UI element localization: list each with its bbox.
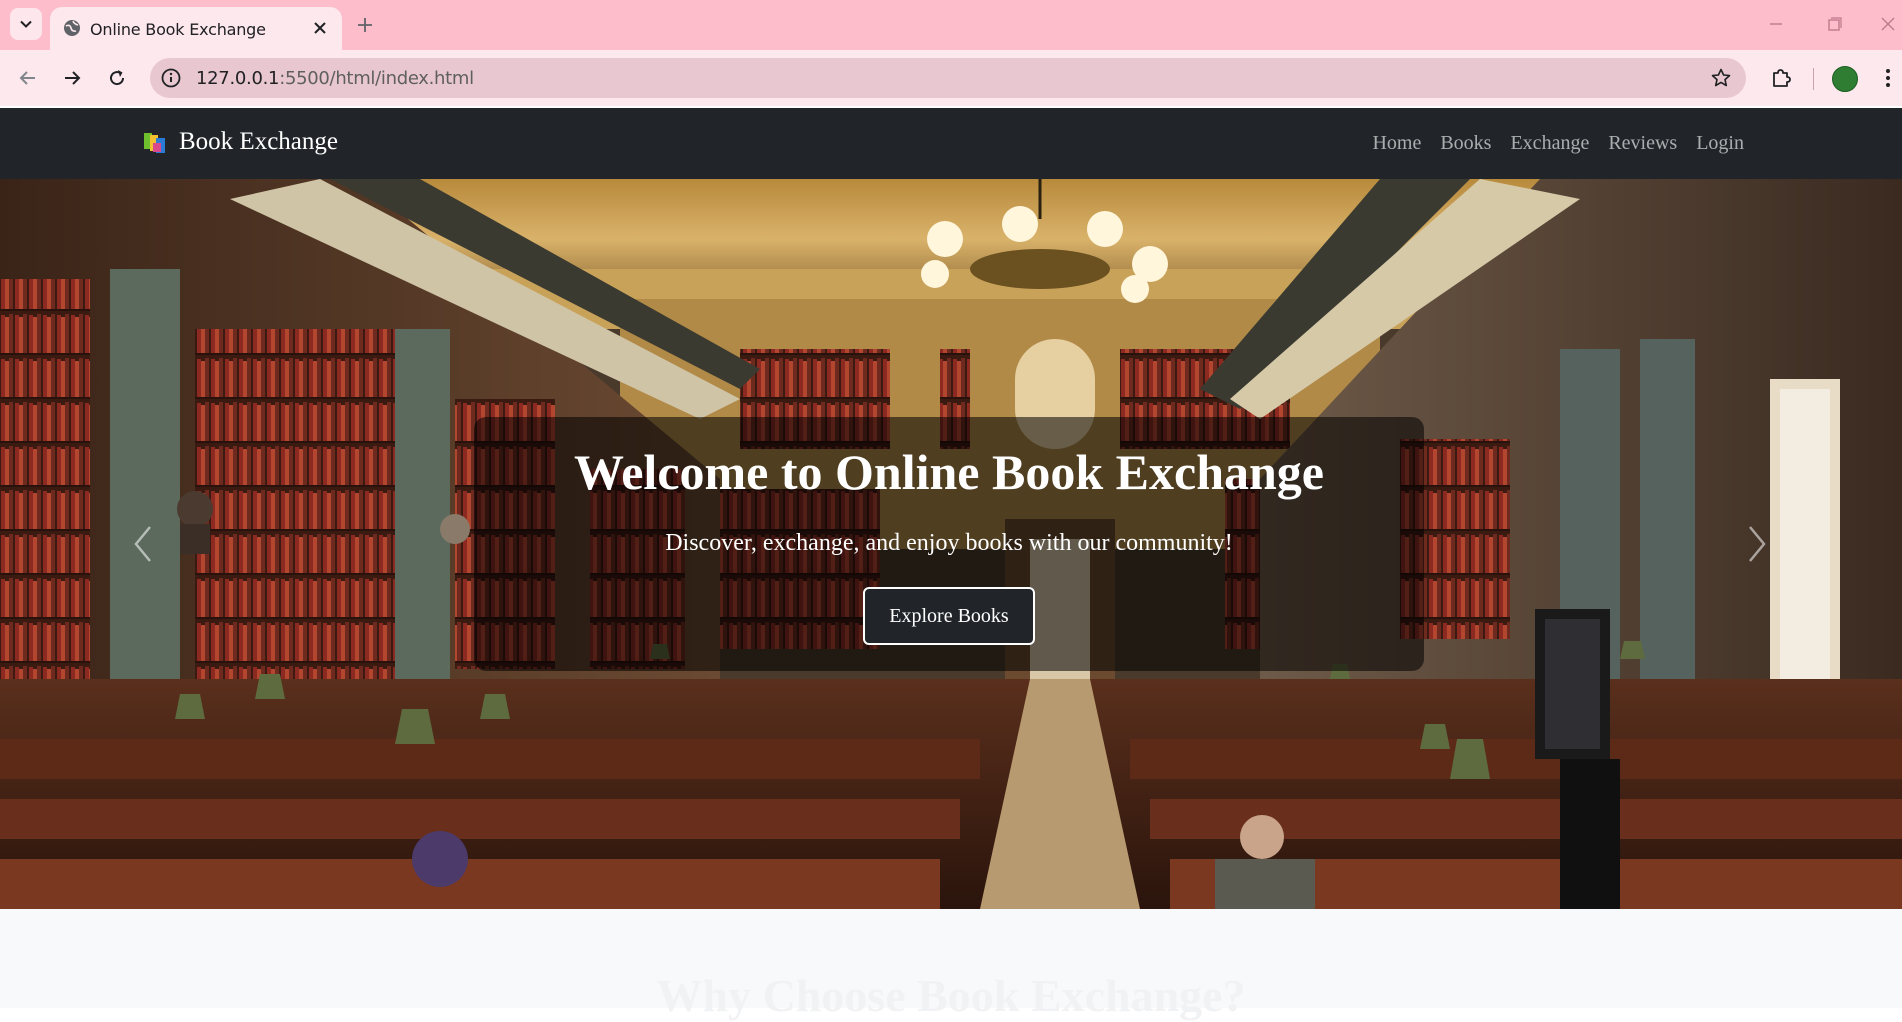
hero-title: Welcome to Online Book Exchange (574, 444, 1324, 500)
books-logo-icon (144, 133, 165, 153)
brand-name: Book Exchange (179, 128, 338, 155)
brand-link[interactable]: Book Exchange (143, 128, 338, 156)
carousel-prev-icon[interactable] (128, 519, 158, 569)
features-section: Why Choose Book Exchange? (0, 909, 1902, 1021)
nav-link-login[interactable]: Login (1696, 132, 1744, 155)
back-button[interactable] (13, 63, 43, 93)
chevron-down-icon (20, 20, 32, 28)
extensions-button[interactable] (1766, 63, 1796, 93)
site-navbar: Book Exchange Home Books Exchange Review… (0, 108, 1902, 179)
hero-carousel: Welcome to Online Book Exchange Discover… (0, 179, 1902, 909)
hero-subtitle: Discover, exchange, and enjoy books with… (665, 530, 1233, 556)
url-path: :5500/html/index.html (279, 68, 474, 89)
explore-books-button[interactable]: Explore Books (863, 587, 1035, 645)
url-text: 127.0.0.1:5500/html/index.html (196, 68, 474, 89)
nav-link-reviews[interactable]: Reviews (1608, 132, 1677, 155)
bookmark-star-icon[interactable] (1710, 67, 1732, 89)
restore-icon[interactable] (1820, 12, 1848, 36)
tab-search-button[interactable] (10, 8, 42, 40)
new-tab-icon[interactable] (352, 12, 378, 38)
browser-tab[interactable]: Online Book Exchange (50, 7, 342, 50)
profile-avatar[interactable] (1832, 66, 1858, 92)
browser-tab-bar: Online Book Exchange (0, 0, 1902, 50)
carousel-next-icon[interactable] (1742, 519, 1772, 569)
window-close-icon[interactable] (1874, 12, 1902, 36)
features-title: Why Choose Book Exchange? (656, 970, 1246, 1021)
url-host: 127.0.0.1 (196, 68, 280, 89)
nav-link-exchange[interactable]: Exchange (1510, 132, 1589, 155)
more-vertical-icon (1886, 69, 1890, 87)
address-bar[interactable]: 127.0.0.1:5500/html/index.html (150, 58, 1746, 98)
carousel-caption: Welcome to Online Book Exchange Discover… (474, 417, 1424, 671)
nav-link-home[interactable]: Home (1372, 132, 1421, 155)
tab-title: Online Book Exchange (90, 20, 266, 39)
site-info-icon[interactable] (160, 67, 182, 89)
arrow-right-icon (65, 71, 81, 85)
puzzle-icon (1773, 69, 1791, 87)
browser-menu-button[interactable] (1878, 63, 1898, 93)
toolbar-separator (1813, 68, 1814, 90)
reload-button[interactable] (102, 63, 132, 93)
nav-link-books[interactable]: Books (1440, 132, 1491, 155)
reload-icon (110, 70, 125, 86)
minimize-icon[interactable] (1762, 12, 1790, 36)
globe-icon (64, 20, 80, 36)
browser-toolbar: 127.0.0.1:5500/html/index.html (0, 50, 1902, 106)
nav-links: Home Books Exchange Reviews Login (1372, 132, 1744, 155)
arrow-left-icon (19, 71, 35, 85)
close-icon[interactable] (310, 18, 330, 38)
forward-button[interactable] (57, 63, 87, 93)
